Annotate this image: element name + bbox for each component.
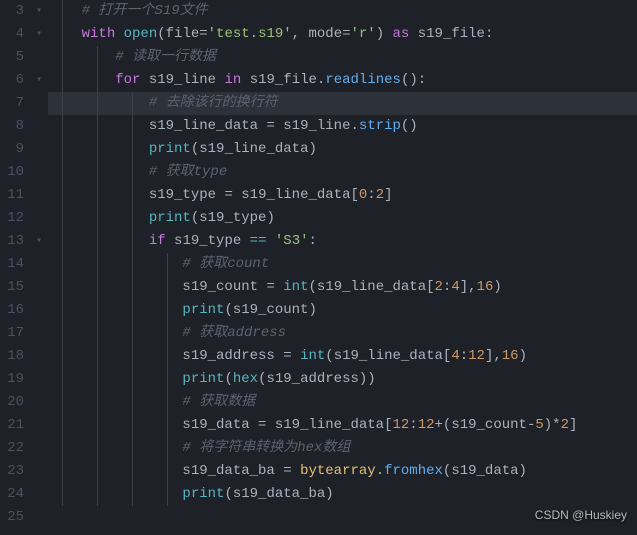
code-line[interactable]: s19_address = int(s19_line_data[4:12],16…: [48, 345, 637, 368]
fold-marker: [30, 391, 48, 414]
line-content: s19_count = int(s19_line_data[2:4],16): [48, 279, 502, 295]
line-content: # 读取一行数据: [48, 49, 216, 65]
code-line[interactable]: print(s19_data_ba): [48, 483, 637, 506]
line-content: for s19_line in s19_file.readlines():: [48, 72, 426, 88]
code-line[interactable]: # 打开一个S19文件: [48, 0, 637, 23]
line-number: 21: [0, 414, 24, 437]
line-content: print(s19_type): [48, 210, 275, 226]
line-content: # 获取count: [48, 256, 269, 272]
code-line[interactable]: # 将字符串转换为hex数组: [48, 437, 637, 460]
fold-marker: [30, 368, 48, 391]
fold-marker: [30, 115, 48, 138]
line-content: s19_address = int(s19_line_data[4:12],16…: [48, 348, 527, 364]
line-content: # 将字符串转换为hex数组: [48, 440, 350, 456]
fold-marker[interactable]: ▾: [30, 69, 48, 92]
fold-marker: [30, 322, 48, 345]
code-line[interactable]: s19_count = int(s19_line_data[2:4],16): [48, 276, 637, 299]
code-line[interactable]: # 获取address: [48, 322, 637, 345]
code-line[interactable]: print(s19_type): [48, 207, 637, 230]
code-line[interactable]: # 去除该行的换行符: [48, 92, 637, 115]
fold-marker: [30, 276, 48, 299]
code-line[interactable]: # 获取type: [48, 161, 637, 184]
line-number: 16: [0, 299, 24, 322]
line-number: 15: [0, 276, 24, 299]
line-number: 7: [0, 92, 24, 115]
code-line[interactable]: print(hex(s19_address)): [48, 368, 637, 391]
code-line[interactable]: # 读取一行数据: [48, 46, 637, 69]
fold-marker: [30, 437, 48, 460]
line-number: 13: [0, 230, 24, 253]
code-line[interactable]: # 获取数据: [48, 391, 637, 414]
fold-marker: [30, 299, 48, 322]
fold-marker: [30, 184, 48, 207]
fold-marker: [30, 161, 48, 184]
fold-marker: [30, 460, 48, 483]
line-content: # 去除该行的换行符: [48, 95, 278, 111]
fold-marker: [30, 253, 48, 276]
line-number: 24: [0, 483, 24, 506]
line-content: print(hex(s19_address)): [48, 371, 376, 387]
fold-marker: [30, 506, 48, 529]
code-line[interactable]: s19_data = s19_line_data[12:12+(s19_coun…: [48, 414, 637, 437]
line-number: 5: [0, 46, 24, 69]
line-number: 20: [0, 391, 24, 414]
line-number: 17: [0, 322, 24, 345]
line-number: 3: [0, 0, 24, 23]
line-content: # 打开一个S19文件: [48, 3, 208, 19]
code-line[interactable]: with open(file='test.s19', mode='r') as …: [48, 23, 637, 46]
line-content: # 获取address: [48, 325, 286, 341]
line-number: 9: [0, 138, 24, 161]
line-content: print(s19_data_ba): [48, 486, 334, 502]
fold-marker: [30, 414, 48, 437]
line-content: s19_data = s19_line_data[12:12+(s19_coun…: [48, 417, 577, 433]
watermark: CSDN @Huskiey: [535, 504, 627, 527]
line-number: 25: [0, 506, 24, 529]
line-number: 10: [0, 161, 24, 184]
line-content: # 获取type: [48, 164, 227, 180]
fold-marker: [30, 483, 48, 506]
line-content: print(s19_count): [48, 302, 317, 318]
line-content: s19_data_ba = bytearray.fromhex(s19_data…: [48, 463, 527, 479]
fold-marker: [30, 345, 48, 368]
fold-marker: [30, 138, 48, 161]
line-content: # 获取数据: [48, 394, 255, 410]
code-line[interactable]: # 获取count: [48, 253, 637, 276]
line-number: 19: [0, 368, 24, 391]
fold-marker[interactable]: ▾: [30, 230, 48, 253]
line-number: 4: [0, 23, 24, 46]
line-number: 14: [0, 253, 24, 276]
code-line[interactable]: s19_line_data = s19_line.strip(): [48, 115, 637, 138]
fold-marker: [30, 207, 48, 230]
line-content: s19_line_data = s19_line.strip(): [48, 118, 418, 134]
line-content: if s19_type == 'S3':: [48, 233, 317, 249]
line-number: 11: [0, 184, 24, 207]
fold-marker[interactable]: ▾: [30, 0, 48, 23]
line-content: with open(file='test.s19', mode='r') as …: [48, 26, 493, 42]
fold-marker: [30, 46, 48, 69]
line-number: 22: [0, 437, 24, 460]
line-content: s19_type = s19_line_data[0:2]: [48, 187, 393, 203]
code-line[interactable]: s19_data_ba = bytearray.fromhex(s19_data…: [48, 460, 637, 483]
code-editor[interactable]: 345678910111213141516171819202122232425 …: [0, 0, 637, 535]
line-number: 23: [0, 460, 24, 483]
line-number-gutter: 345678910111213141516171819202122232425: [0, 0, 30, 535]
code-line[interactable]: print(s19_count): [48, 299, 637, 322]
line-number: 12: [0, 207, 24, 230]
code-line[interactable]: print(s19_line_data): [48, 138, 637, 161]
fold-marker: [30, 92, 48, 115]
line-number: 6: [0, 69, 24, 92]
code-line[interactable]: if s19_type == 'S3':: [48, 230, 637, 253]
line-number: 8: [0, 115, 24, 138]
code-line[interactable]: s19_type = s19_line_data[0:2]: [48, 184, 637, 207]
line-content: print(s19_line_data): [48, 141, 317, 157]
code-area[interactable]: # 打开一个S19文件 with open(file='test.s19', m…: [48, 0, 637, 535]
fold-marker[interactable]: ▾: [30, 23, 48, 46]
fold-column[interactable]: ▾▾▾▾: [30, 0, 48, 535]
code-line[interactable]: for s19_line in s19_file.readlines():: [48, 69, 637, 92]
line-number: 18: [0, 345, 24, 368]
